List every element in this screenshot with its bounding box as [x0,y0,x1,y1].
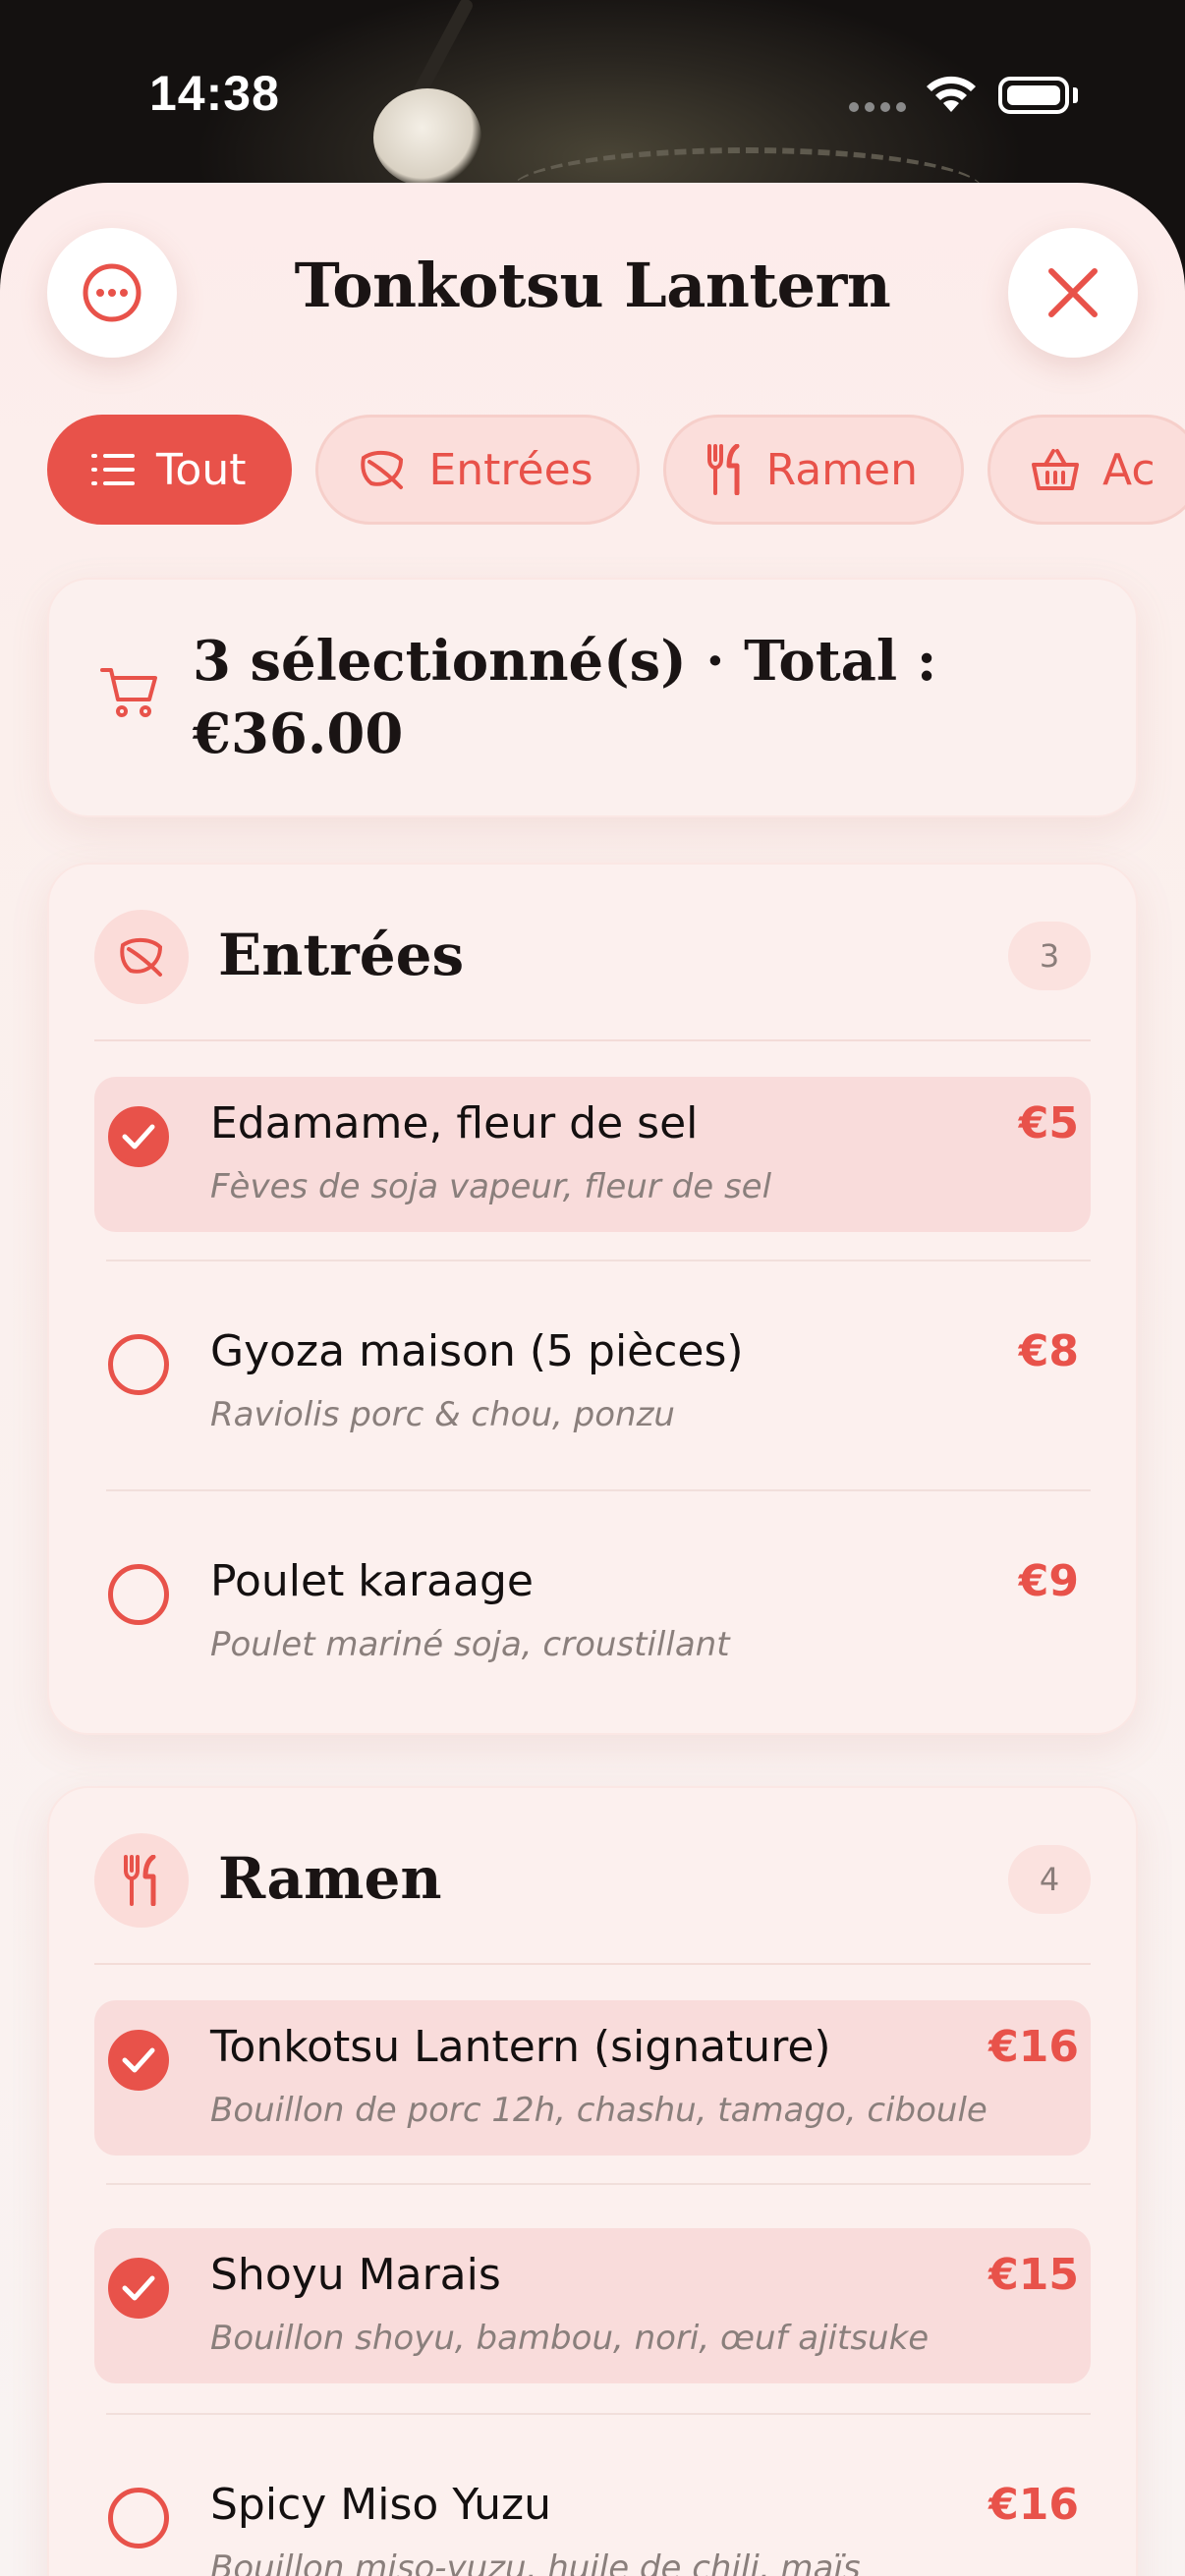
item-description: Raviolis porc & chou, ponzu [210,1395,675,1434]
count-badge: 4 [1008,1845,1091,1914]
item-price: €16 [988,2022,1079,2072]
item-description: Bouillon shoyu, bambou, nori, œuf ajitsu… [210,2319,930,2358]
status-bar: 14:38 [0,0,1185,187]
menu-item[interactable]: Tonkotsu Lantern (signature) Bouillon de… [94,2000,1091,2156]
section-title: Ramen [218,1845,442,1912]
cart-icon [100,668,157,717]
leaf-icon [361,451,404,489]
item-price: €9 [1018,1556,1079,1606]
battery-icon [998,77,1069,114]
item-description: Bouillon miso-yuzu, huile de chili, maïs [210,2548,861,2576]
menu-item[interactable]: Poulet karaage Poulet mariné soja, crous… [94,1535,1091,1690]
item-description: Fèves de soja vapeur, fleur de sel [210,1167,772,1206]
item-price: €5 [1018,1098,1079,1148]
chip-ramen[interactable]: Ramen [662,415,964,525]
selection-total: 3 sélectionné(s) · Total : €36.00 [193,629,937,766]
checkbox-checked[interactable] [108,1106,169,1167]
checkmark-icon [122,2275,155,2301]
menu-item[interactable]: Edamame, fleur de sel Fèves de soja vape… [94,1077,1091,1232]
divider [106,1260,1091,1261]
item-price: €8 [1018,1326,1079,1376]
section-entrees: Entrées 3 Edamame, fleur de sel Fèves de… [47,863,1138,1735]
checkbox-unchecked[interactable] [108,2488,169,2548]
checkmark-icon [122,1124,155,1149]
menu-item[interactable]: Spicy Miso Yuzu Bouillon miso-yuzu, huil… [94,2458,1091,2576]
divider [106,2183,1091,2185]
status-time: 14:38 [149,66,280,121]
close-icon [1048,268,1098,317]
section-ramen: Ramen 4 Tonkotsu Lantern (signature) Bou… [47,1786,1138,2576]
chip-label: Tout [156,444,247,495]
selection-summary: 3 sélectionné(s) · Total : €36.00 [47,578,1138,817]
divider [94,1039,1091,1041]
item-name: Edamame, fleur de sel [210,1098,699,1148]
item-name: Spicy Miso Yuzu [210,2480,552,2530]
section-title: Entrées [218,922,465,988]
divider [106,2413,1091,2415]
divider [94,1963,1091,1965]
count-badge: 3 [1008,922,1091,990]
item-name: Gyoza maison (5 pièces) [210,1326,744,1376]
chip-entrees[interactable]: Entrées [315,415,640,525]
leaf-icon [120,938,163,977]
battery-tip [1073,87,1078,103]
list-icon [91,454,135,485]
wifi-icon [927,76,976,112]
divider [106,1489,1091,1491]
item-description: Bouillon de porc 12h, chashu, tamago, ci… [210,2091,988,2130]
section-icon [94,1833,189,1928]
cellular-icon [849,102,906,112]
item-name: Poulet karaage [210,1556,534,1606]
item-price: €16 [988,2480,1079,2530]
menu-item[interactable]: Shoyu Marais Bouillon shoyu, bambou, nor… [94,2228,1091,2383]
checkbox-unchecked[interactable] [108,1564,169,1625]
fork-knife-icon [124,1855,156,1906]
chip-label: Entrées [428,444,593,495]
menu-item[interactable]: Gyoza maison (5 pièces) Raviolis porc & … [94,1305,1091,1460]
checkbox-unchecked[interactable] [108,1334,169,1395]
checkmark-icon [122,2047,155,2073]
page-title: Tonkotsu Lantern [294,250,891,321]
section-header: Entrées 3 [49,865,1136,1041]
close-button[interactable] [1008,228,1138,358]
item-price: €15 [988,2250,1079,2300]
chip-label: Ac [1102,444,1156,495]
item-name: Tonkotsu Lantern (signature) [210,2022,831,2072]
basket-icon [1032,449,1079,490]
section-header: Ramen 4 [49,1788,1136,1965]
checkbox-checked[interactable] [108,2258,169,2319]
item-name: Shoyu Marais [210,2250,501,2300]
chip-accompagnements[interactable]: Ac [988,415,1185,525]
menu-sheet: Tonkotsu Lantern Tout Entrées Ramen Ac 3… [0,183,1185,2576]
category-chips: Tout Entrées Ramen Ac [47,415,1185,525]
section-icon [94,910,189,1004]
chip-label: Ramen [765,444,918,495]
fork-knife-icon [706,444,740,495]
chip-tout[interactable]: Tout [47,415,293,525]
checkbox-checked[interactable] [108,2030,169,2091]
item-description: Poulet mariné soja, croustillant [210,1625,730,1664]
